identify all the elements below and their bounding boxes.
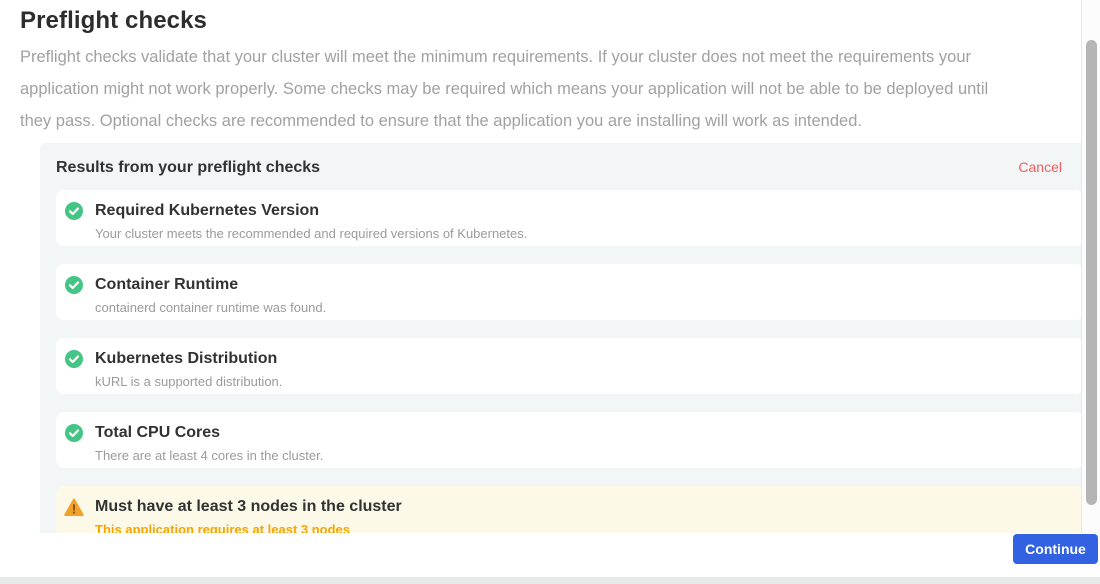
panel-header: Results from your preflight checks Cance… [56, 158, 1084, 177]
preflight-check-card: Container Runtime containerd container r… [56, 264, 1084, 320]
check-text: Total CPU Cores There are at least 4 cor… [95, 423, 323, 464]
warning-triangle-icon [64, 497, 84, 517]
check-title: Kubernetes Distribution [95, 349, 282, 368]
results-title: Results from your preflight checks [56, 158, 320, 177]
bottom-page-strip [0, 577, 1100, 584]
preflight-check-card: Required Kubernetes Version Your cluster… [56, 190, 1084, 246]
check-text: Kubernetes Distribution kURL is a suppor… [95, 349, 282, 390]
check-title: Must have at least 3 nodes in the cluste… [95, 497, 402, 516]
preflight-check-card: Kubernetes Distribution kURL is a suppor… [56, 338, 1084, 394]
scrollbar-thumb[interactable] [1086, 40, 1097, 505]
check-circle-icon [64, 201, 84, 221]
description-line: Preflight checks validate that your clus… [20, 41, 1080, 73]
preflight-check-card: Total CPU Cores There are at least 4 cor… [56, 412, 1084, 468]
description-line: they pass. Optional checks are recommend… [20, 105, 1080, 137]
check-message: containerd container runtime was found. [95, 300, 326, 316]
check-title: Container Runtime [95, 275, 326, 294]
page-description: Preflight checks validate that your clus… [20, 41, 1080, 137]
check-text: Required Kubernetes Version Your cluster… [95, 201, 527, 242]
check-title: Required Kubernetes Version [95, 201, 527, 220]
preflight-checks-page: Preflight checks Preflight checks valida… [0, 0, 1100, 584]
cancel-button[interactable]: Cancel [1018, 158, 1062, 177]
check-message: There are at least 4 cores in the cluste… [95, 448, 323, 464]
check-text: Must have at least 3 nodes in the cluste… [95, 497, 402, 538]
main-content: Preflight checks Preflight checks valida… [0, 0, 1100, 584]
check-message: kURL is a supported distribution. [95, 374, 282, 390]
check-message: Your cluster meets the recommended and r… [95, 226, 527, 242]
check-text: Container Runtime containerd container r… [95, 275, 326, 316]
scrollbar-track[interactable] [1081, 0, 1100, 533]
check-circle-icon [64, 275, 84, 295]
continue-button[interactable]: Continue [1013, 534, 1098, 564]
check-circle-icon [64, 423, 84, 443]
check-title: Total CPU Cores [95, 423, 323, 442]
check-circle-icon [64, 349, 84, 369]
description-line: application might not work properly. Som… [20, 73, 1080, 105]
page-title: Preflight checks [20, 6, 1080, 36]
bottom-action-bar: Continue [0, 533, 1100, 577]
preflight-results-panel: Results from your preflight checks Cance… [40, 143, 1100, 584]
